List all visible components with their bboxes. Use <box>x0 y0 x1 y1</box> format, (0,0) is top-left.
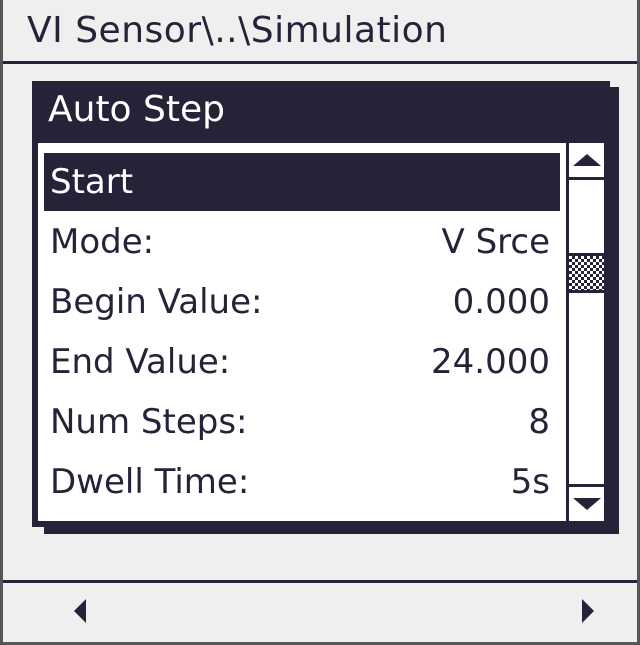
menu-item-label: Start <box>50 162 134 202</box>
menu-item-mode[interactable]: Mode: V Srce <box>44 213 560 271</box>
nav-left-button[interactable] <box>70 598 90 624</box>
menu-item-label: Num Steps: <box>50 402 248 442</box>
scroll-down-button[interactable] <box>569 484 604 521</box>
scroll-thumb[interactable] <box>569 253 604 293</box>
menu-list: Start Mode: V Srce Begin Value: 0.000 En… <box>44 153 560 513</box>
nav-right-button[interactable] <box>578 598 598 624</box>
menu-item-value: 24.000 <box>431 342 550 382</box>
breadcrumb-path: VI Sensor\..\Simulation <box>27 10 448 51</box>
header-bar: VI Sensor\..\Simulation <box>3 0 637 64</box>
menu-item-start[interactable]: Start <box>44 153 560 211</box>
menu-item-value: 0.000 <box>452 282 550 322</box>
scroll-up-button[interactable] <box>569 143 604 180</box>
triangle-up-icon <box>572 154 601 166</box>
menu-item-end-value[interactable]: End Value: 24.000 <box>44 333 560 391</box>
menu-item-value: V Srce <box>441 222 551 262</box>
menu-item-dwell-time[interactable]: Dwell Time: 5s <box>44 453 560 511</box>
menu-item-num-steps[interactable]: Num Steps: 8 <box>44 393 560 451</box>
menu-item-label: Dwell Time: <box>50 462 250 502</box>
menu-item-label: Begin Value: <box>50 282 263 322</box>
menu-item-label: Mode: <box>50 222 155 262</box>
menu-item-value: 8 <box>528 402 550 442</box>
dialog-body: Start Mode: V Srce Begin Value: 0.000 En… <box>38 143 604 521</box>
footer-divider <box>3 580 637 583</box>
menu-item-begin-value[interactable]: Begin Value: 0.000 <box>44 273 560 331</box>
menu-item-label: End Value: <box>50 342 231 382</box>
triangle-left-icon <box>74 599 86 623</box>
triangle-right-icon <box>582 599 594 623</box>
auto-step-dialog: Auto Step Start Mode: V Srce Begin Value… <box>32 81 610 527</box>
triangle-down-icon <box>572 498 601 510</box>
menu-item-value: 5s <box>510 462 550 502</box>
scrollbar[interactable] <box>566 143 604 521</box>
dialog-title: Auto Step <box>48 89 225 130</box>
